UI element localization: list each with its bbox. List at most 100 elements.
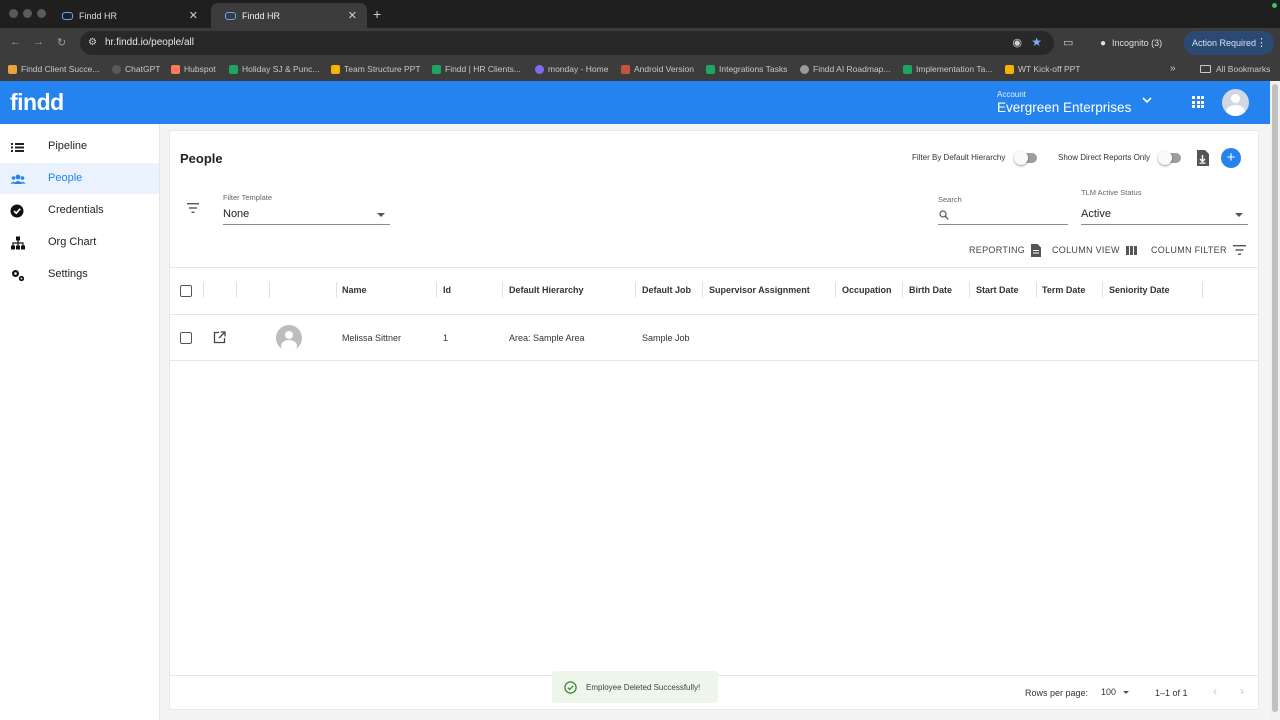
chevron-down-icon[interactable] (1142, 97, 1152, 104)
row-select-checkbox[interactable] (180, 332, 192, 344)
snackbar-message: Employee Deleted Successfully! (586, 682, 701, 692)
browser-tab-1[interactable]: Findd HR ✕ (48, 3, 208, 28)
direct-reports-toggle-label: Show Direct Reports Only (1058, 153, 1151, 162)
cast-icon[interactable]: ▭ (1063, 36, 1073, 49)
column-header-id[interactable]: Id (443, 285, 451, 295)
column-separator (1102, 282, 1103, 298)
column-header-seniority-date[interactable]: Seniority Date (1109, 285, 1170, 295)
user-avatar[interactable] (1222, 89, 1249, 116)
filter-template-value: None (223, 208, 250, 220)
column-header-start-date[interactable]: Start Date (976, 285, 1019, 295)
reporting-button[interactable]: REPORTING (969, 243, 1042, 257)
column-separator (635, 282, 636, 298)
more-vert-icon[interactable]: ⋮ (1256, 36, 1267, 49)
bookmark-label: Android Version (634, 64, 695, 74)
add-person-button[interactable]: + (1221, 148, 1241, 168)
account-name[interactable]: Evergreen Enterprises (997, 100, 1131, 115)
scrollbar-thumb[interactable] (1272, 84, 1278, 712)
reporting-label: REPORTING (969, 245, 1026, 255)
sidebar-item-pipeline[interactable]: Pipeline (0, 131, 159, 162)
bookmark-item[interactable]: monday - Home (535, 64, 608, 74)
check-circle-icon (10, 204, 24, 218)
bookmark-favicon-icon (171, 64, 180, 74)
column-view-button[interactable]: COLUMN VIEW (1052, 243, 1137, 257)
window-zoom-dot[interactable] (37, 9, 46, 18)
address-bar[interactable]: ⚙ hr.findd.io/people/all ◉ ★ (80, 31, 1054, 55)
next-page-icon[interactable]: › (1240, 684, 1244, 698)
site-info-icon[interactable]: ⚙ (88, 37, 97, 48)
column-header-name[interactable]: Name (342, 285, 367, 295)
filter-list-icon[interactable] (186, 202, 200, 214)
previous-page-icon[interactable]: ‹ (1213, 684, 1217, 698)
bookmark-item[interactable]: Implementation Ta... (903, 64, 992, 74)
divider (170, 360, 1258, 361)
bookmarks-overflow-icon[interactable]: » (1170, 63, 1176, 74)
bookmark-item[interactable]: ChatGPT (112, 64, 160, 74)
bookmark-label: WT Kick-off PPT (1018, 64, 1081, 74)
tab-close-icon[interactable]: ✕ (189, 9, 198, 22)
column-filter-button[interactable]: COLUMN FILTER (1151, 243, 1246, 257)
window-close-dot[interactable] (9, 9, 18, 18)
download-file-icon[interactable] (1196, 150, 1209, 166)
back-arrow-icon[interactable]: ← (10, 36, 21, 48)
apps-grid-icon[interactable] (1192, 96, 1204, 108)
incognito-indicator[interactable]: ● Incognito (3) (1100, 34, 1162, 52)
tab-title: Findd HR (242, 10, 281, 21)
dropdown-caret-icon (1235, 213, 1243, 217)
column-header-supervisor-assignment[interactable]: Supervisor Assignment (709, 285, 810, 295)
findd-logo[interactable]: findd (10, 89, 64, 116)
bookmark-item[interactable]: WT Kick-off PPT (1005, 64, 1081, 74)
eye-off-icon[interactable]: ◉ (1012, 36, 1022, 49)
filter-list-icon (1232, 245, 1246, 255)
action-required-button[interactable]: Action Required ⋮ (1184, 31, 1274, 55)
new-tab-plus-icon[interactable]: + (373, 6, 381, 22)
rows-per-page-select[interactable]: 100 (1101, 684, 1131, 700)
bookmark-item[interactable]: Android Version (621, 64, 694, 74)
tlm-status-label: TLM Active Status (1081, 188, 1142, 197)
search-input[interactable] (954, 207, 1064, 223)
all-bookmarks-button[interactable]: All Bookmarks (1200, 64, 1270, 74)
browser-tab-2[interactable]: Findd HR ✕ (211, 3, 367, 28)
forward-arrow-icon[interactable]: → (33, 36, 44, 48)
column-header-term-date[interactable]: Term Date (1042, 285, 1085, 295)
bookmark-star-icon[interactable]: ★ (1031, 35, 1042, 49)
bookmark-item[interactable]: Holiday SJ & Punc... (229, 64, 319, 74)
sidebar-item-people[interactable]: People (0, 163, 159, 194)
bookmark-item[interactable]: Findd AI Roadmap... (800, 64, 891, 74)
page-scrollbar[interactable] (1270, 81, 1280, 720)
bookmark-favicon-icon (432, 64, 441, 74)
cell-name: Melissa Sittner (342, 333, 402, 343)
window-minimize-dot[interactable] (23, 9, 32, 18)
default-hierarchy-toggle[interactable] (1014, 151, 1037, 165)
sidebar-item-settings[interactable]: Settings (0, 259, 159, 290)
bookmark-item[interactable]: Findd Client Succe... (8, 64, 99, 74)
bookmark-label: Findd AI Roadmap... (813, 64, 891, 74)
bookmark-item[interactable]: Findd | HR Clients... (432, 64, 521, 74)
reload-icon[interactable]: ↻ (57, 36, 66, 49)
search-field[interactable] (938, 205, 1068, 225)
select-all-checkbox[interactable] (180, 285, 192, 297)
bookmark-item[interactable]: Hubspot (171, 64, 216, 74)
status-dot-icon (1272, 3, 1277, 8)
pagination-range: 1–1 of 1 (1155, 688, 1188, 698)
column-separator (436, 282, 437, 298)
bookmark-label: monday - Home (548, 64, 609, 74)
sidebar-item-org-chart[interactable]: Org Chart (0, 227, 159, 258)
bookmark-item[interactable]: Team Structure PPT (331, 64, 421, 74)
direct-reports-toggle[interactable] (1158, 151, 1181, 165)
column-separator (269, 282, 270, 298)
sidebar-item-credentials[interactable]: Credentials (0, 195, 159, 226)
bookmark-label: Team Structure PPT (344, 64, 421, 74)
url-text[interactable]: hr.findd.io/people/all (105, 37, 194, 48)
column-header-birth-date[interactable]: Birth Date (909, 285, 952, 295)
column-header-default-hierarchy[interactable]: Default Hierarchy (509, 285, 584, 295)
tlm-status-select[interactable]: Active (1081, 205, 1248, 225)
bookmark-favicon-icon (112, 64, 121, 74)
tab-close-icon[interactable]: ✕ (348, 9, 357, 22)
bookmark-item[interactable]: Integrations Tasks (706, 64, 787, 74)
filter-template-select[interactable]: None (223, 205, 390, 225)
incognito-icon: ● (1100, 37, 1107, 49)
column-header-occupation[interactable]: Occupation (842, 285, 892, 295)
open-in-new-icon[interactable] (213, 331, 226, 344)
column-header-default-job[interactable]: Default Job (642, 285, 691, 295)
